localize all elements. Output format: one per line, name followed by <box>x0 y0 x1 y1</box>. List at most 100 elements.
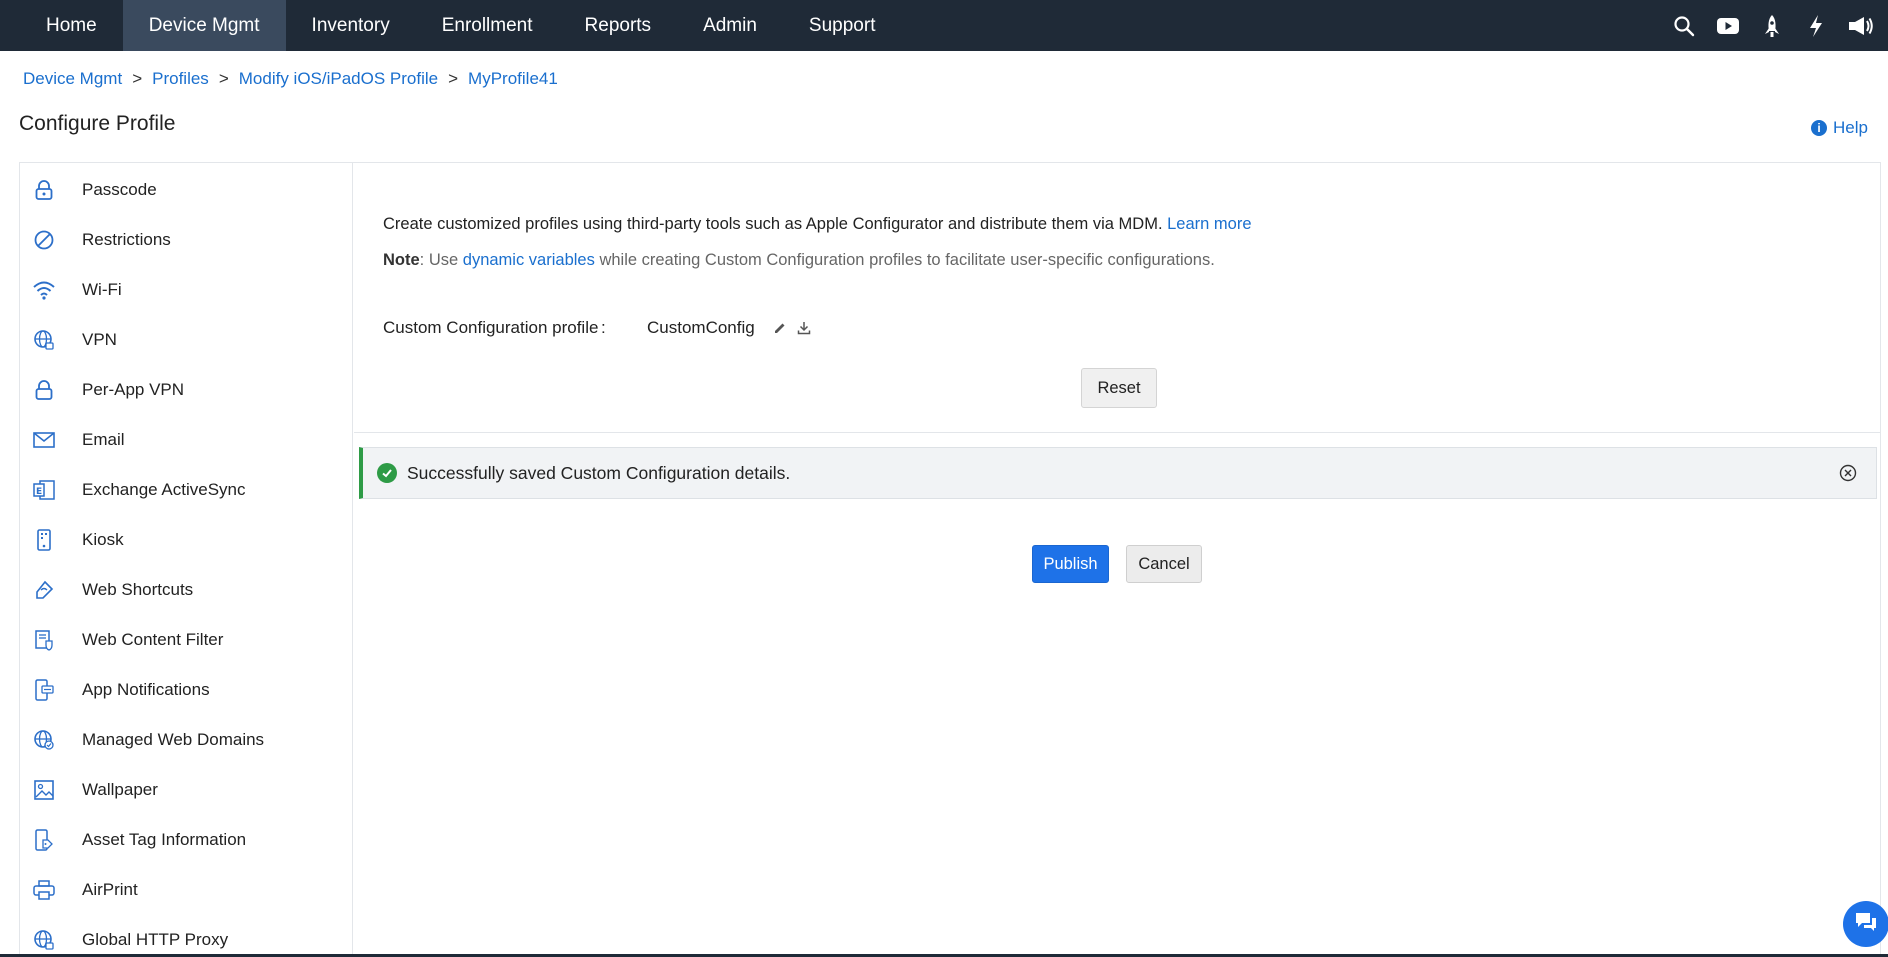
cancel-button[interactable]: Cancel <box>1126 545 1202 583</box>
breadcrumb-current-profile[interactable]: MyProfile41 <box>468 69 558 89</box>
sidebar-item-managed-web-domains[interactable]: Managed Web Domains <box>19 715 352 765</box>
success-alert: Successfully saved Custom Configuration … <box>359 447 1877 499</box>
page-title: Configure Profile <box>19 112 176 135</box>
learn-more-link[interactable]: Learn more <box>1167 215 1251 233</box>
note-label: Note <box>383 251 420 269</box>
divider <box>354 432 1880 433</box>
profile-description: Create customized profiles using third-p… <box>383 215 1252 234</box>
note-prefix: : Use <box>419 251 459 269</box>
sidebar-item-email[interactable]: Email <box>19 415 352 465</box>
close-icon[interactable] <box>1838 463 1858 483</box>
sidebar-item-web-shortcuts[interactable]: Web Shortcuts <box>19 565 352 615</box>
breadcrumb-modify-profile[interactable]: Modify iOS/iPadOS Profile <box>239 69 438 89</box>
sidebar-item-label: Exchange ActiveSync <box>82 480 246 499</box>
lock-icon <box>32 378 56 402</box>
sidebar-item-label: Passcode <box>82 180 157 199</box>
sidebar-item-restrictions[interactable]: Restrictions <box>19 215 352 265</box>
managed-domain-icon <box>32 728 56 752</box>
sidebar-item-web-content-filter[interactable]: Web Content Filter <box>19 615 352 665</box>
reset-button[interactable]: Reset <box>1081 368 1157 408</box>
breadcrumb-profiles[interactable]: Profiles <box>152 69 209 89</box>
dynamic-variables-link[interactable]: dynamic variables <box>463 251 595 269</box>
nav-inventory[interactable]: Inventory <box>286 0 416 51</box>
sidebar-item-global-http-proxy[interactable]: Global HTTP Proxy <box>19 915 352 957</box>
sidebar-item-vpn[interactable]: VPN <box>19 315 352 365</box>
nav-enrollment[interactable]: Enrollment <box>416 0 559 51</box>
printer-icon <box>32 878 56 902</box>
sidebar-item-wifi[interactable]: Wi-Fi <box>19 265 352 315</box>
restriction-icon <box>32 228 56 252</box>
vpn-globe-icon <box>32 328 56 352</box>
nav-device-mgmt[interactable]: Device Mgmt <box>122 0 286 51</box>
nav-right-tools <box>1670 0 1888 51</box>
sidebar-item-label: Restrictions <box>82 230 171 249</box>
profile-sidebar: Passcode Restrictions Wi-Fi VPN Per-App … <box>19 162 353 957</box>
custom-config-row: Custom Configuration profile : CustomCon… <box>383 318 819 338</box>
sidebar-item-label: Kiosk <box>82 530 124 549</box>
content-filter-icon <box>32 628 56 652</box>
sidebar-item-label: VPN <box>82 330 117 349</box>
custom-config-label: Custom Configuration profile <box>383 318 599 337</box>
email-icon <box>32 428 56 452</box>
sidebar-item-label: Global HTTP Proxy <box>82 930 229 949</box>
rocket-icon[interactable] <box>1758 12 1786 40</box>
sidebar-item-airprint[interactable]: AirPrint <box>19 865 352 915</box>
sidebar-item-label: Per-App VPN <box>82 380 185 399</box>
sidebar-item-label: Asset Tag Information <box>82 830 247 849</box>
announcement-icon[interactable] <box>1846 12 1874 40</box>
sidebar-item-app-notifications[interactable]: App Notifications <box>19 665 352 715</box>
nav-reports[interactable]: Reports <box>559 0 678 51</box>
sidebar-item-label: Wi-Fi <box>82 280 122 299</box>
lock-icon <box>32 178 56 202</box>
sidebar-item-passcode[interactable]: Passcode <box>19 165 352 215</box>
success-message: Successfully saved Custom Configuration … <box>407 462 791 483</box>
download-icon[interactable] <box>795 319 813 337</box>
sidebar-item-label: App Notifications <box>82 680 210 699</box>
note-text: Note: Use dynamic variables while creati… <box>383 251 1215 270</box>
proxy-globe-icon <box>32 928 56 952</box>
lightning-icon[interactable] <box>1802 12 1830 40</box>
chat-icon <box>1853 910 1879 939</box>
breadcrumb-separator: > <box>218 69 229 88</box>
image-icon <box>32 778 56 802</box>
wifi-icon <box>32 278 56 302</box>
breadcrumb-separator: > <box>132 69 143 88</box>
sidebar-item-label: Wallpaper <box>82 780 158 799</box>
sidebar-item-label: Web Shortcuts <box>82 580 194 599</box>
info-icon: i <box>1811 120 1828 136</box>
nav-admin[interactable]: Admin <box>677 0 783 51</box>
help-label: Help <box>1833 118 1868 137</box>
description-text: Create customized profiles using third-p… <box>383 215 1163 233</box>
nav-home[interactable]: Home <box>0 0 123 51</box>
sidebar-item-label: Web Content Filter <box>82 630 224 649</box>
svg-text:E: E <box>36 487 42 497</box>
top-navigation: Home Device Mgmt Inventory Enrollment Re… <box>0 0 1888 51</box>
breadcrumb-device-mgmt[interactable]: Device Mgmt <box>23 69 122 89</box>
web-shortcut-icon <box>32 578 56 602</box>
sidebar-item-label: Managed Web Domains <box>82 730 265 749</box>
check-circle-icon <box>377 463 397 483</box>
note-suffix: while creating Custom Configuration prof… <box>599 251 1215 269</box>
search-icon[interactable] <box>1670 12 1698 40</box>
chat-button[interactable] <box>1843 901 1888 947</box>
breadcrumb-separator: > <box>448 69 459 88</box>
sidebar-item-per-app-vpn[interactable]: Per-App VPN <box>19 365 352 415</box>
sidebar-item-exchange[interactable]: E Exchange ActiveSync <box>19 465 352 515</box>
youtube-icon[interactable] <box>1714 12 1742 40</box>
sidebar-item-kiosk[interactable]: Kiosk <box>19 515 352 565</box>
edit-pencil-icon[interactable] <box>771 319 789 337</box>
sidebar-item-asset-tag[interactable]: Asset Tag Information <box>19 815 352 865</box>
app-notification-icon <box>32 678 56 702</box>
publish-button[interactable]: Publish <box>1032 545 1109 583</box>
sidebar-item-wallpaper[interactable]: Wallpaper <box>19 765 352 815</box>
sidebar-item-label: Email <box>82 430 125 449</box>
exchange-icon: E <box>32 478 56 502</box>
nav-support[interactable]: Support <box>783 0 902 51</box>
breadcrumb: Device Mgmt > Profiles > Modify iOS/iPad… <box>23 69 558 89</box>
help-link[interactable]: i Help <box>1811 118 1868 138</box>
kiosk-icon <box>32 528 56 552</box>
sidebar-item-label: AirPrint <box>82 880 138 899</box>
custom-config-value: CustomConfig <box>647 318 755 337</box>
asset-tag-icon <box>32 828 56 852</box>
custom-config-colon: : <box>601 318 606 337</box>
